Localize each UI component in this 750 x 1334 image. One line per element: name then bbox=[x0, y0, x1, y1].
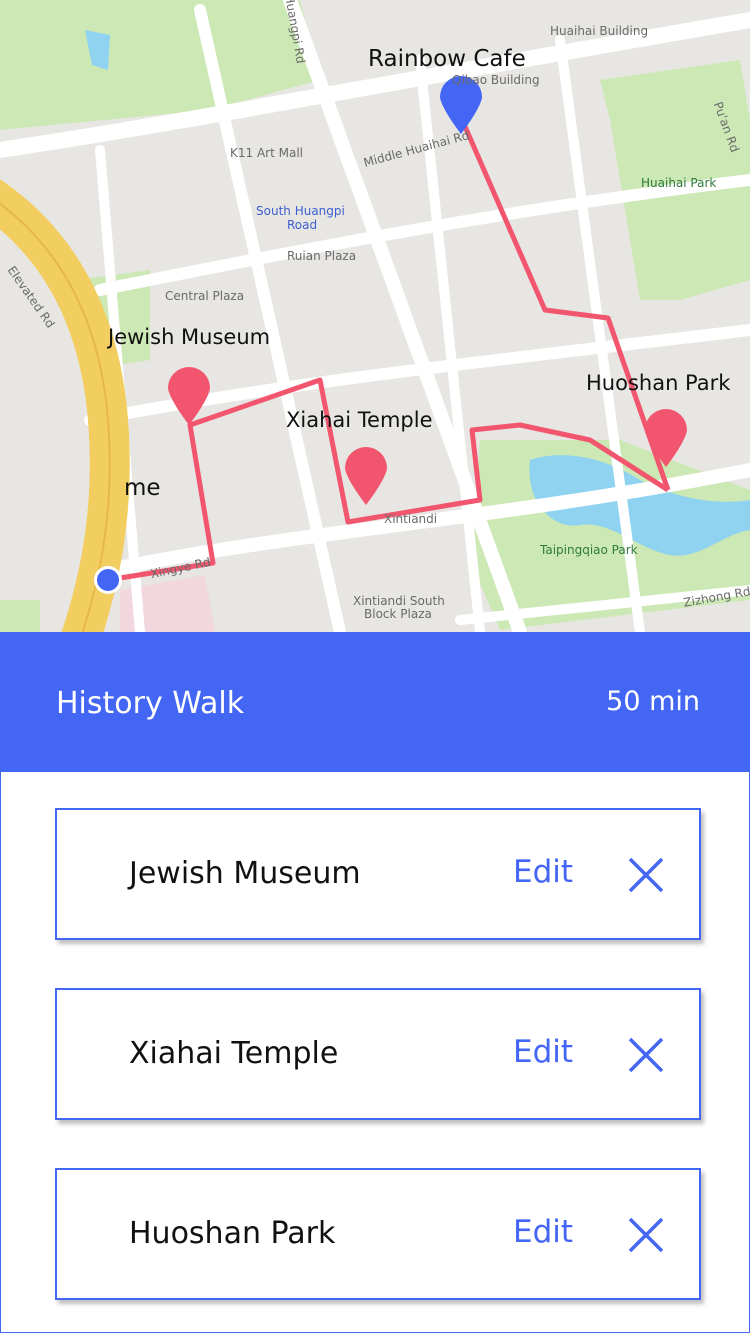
label-xiahai-temple: Xiahai Temple bbox=[286, 408, 433, 432]
place-huaihai-building: Huaihai Building bbox=[550, 24, 649, 38]
stop-card-xiahai-temple[interactable]: Xiahai Temple Edit bbox=[55, 988, 701, 1120]
place-ruian-plaza: Ruian Plaza bbox=[287, 249, 357, 263]
label-rainbow-cafe: Rainbow Cafe bbox=[368, 46, 526, 72]
pin-jewish-museum bbox=[168, 367, 210, 425]
place-south-huangpi: South Huangpi bbox=[256, 204, 345, 218]
edit-button[interactable]: Edit bbox=[513, 1034, 573, 1070]
close-icon[interactable] bbox=[627, 856, 665, 894]
route-map[interactable]: Rainbow Cafe Jewish Museum Xiahai Temple… bbox=[0, 0, 750, 632]
close-icon[interactable] bbox=[627, 1036, 665, 1074]
route-header: History Walk 50 min bbox=[0, 632, 750, 772]
stop-name: Jewish Museum bbox=[129, 856, 361, 891]
place-xintiandi-south: Xintiandi South bbox=[353, 594, 445, 608]
stop-card-jewish-museum[interactable]: Jewish Museum Edit bbox=[55, 808, 701, 940]
close-icon[interactable] bbox=[627, 1216, 665, 1254]
place-xintiandi: Xintiandi bbox=[384, 512, 438, 526]
stop-name: Huoshan Park bbox=[129, 1216, 336, 1251]
elevated-highway bbox=[0, 179, 130, 632]
stop-name: Xiahai Temple bbox=[129, 1036, 339, 1071]
me-dot bbox=[97, 569, 119, 591]
place-huaihai-park: Huaihai Park bbox=[641, 176, 717, 190]
label-huoshan-park: Huoshan Park bbox=[586, 371, 731, 395]
route-title: History Walk bbox=[56, 686, 245, 721]
park-area-sw bbox=[0, 600, 40, 632]
stop-card-huoshan-park[interactable]: Huoshan Park Edit bbox=[55, 1168, 701, 1300]
route-duration: 50 min bbox=[606, 686, 700, 717]
place-block-plaza: Block Plaza bbox=[364, 607, 432, 621]
place-taipingqiao-park: Taipingqiao Park bbox=[540, 543, 638, 557]
place-qibao-building: Qibao Building bbox=[452, 73, 540, 87]
edit-button[interactable]: Edit bbox=[513, 854, 573, 890]
pin-xiahai-temple bbox=[345, 447, 387, 505]
place-south-huangpi-road: Road bbox=[287, 218, 318, 232]
stops-list: Jewish Museum Edit Xiahai Temple Edit Hu… bbox=[0, 772, 750, 1333]
map-canvas bbox=[0, 0, 750, 632]
label-jewish-museum: Jewish Museum bbox=[108, 325, 271, 349]
edit-button[interactable]: Edit bbox=[513, 1214, 573, 1250]
label-me: me bbox=[124, 475, 161, 501]
place-k11: K11 Art Mall bbox=[230, 146, 303, 160]
place-central-plaza: Central Plaza bbox=[165, 289, 245, 303]
